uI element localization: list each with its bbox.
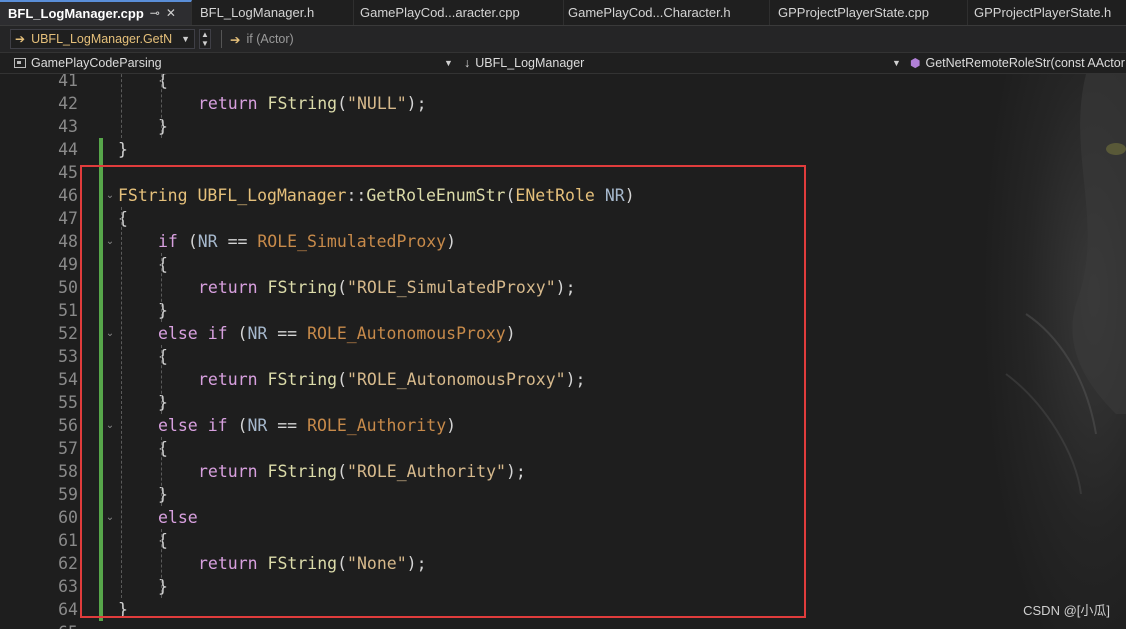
arrow-down-icon: ↓ xyxy=(464,56,471,70)
line-number: 65 xyxy=(0,621,78,629)
tab-label: GPProjectPlayerState.h xyxy=(974,5,1112,20)
line-number: 43 xyxy=(58,117,78,136)
line-number: 58 xyxy=(58,462,78,481)
line-number: 54 xyxy=(58,370,78,389)
code-line[interactable]: 44} xyxy=(0,138,1126,161)
code-line[interactable]: 43} xyxy=(0,115,1126,138)
line-number: 42 xyxy=(58,94,78,113)
project-icon xyxy=(14,58,26,68)
code-text: return FString("NULL"); xyxy=(198,94,427,113)
divider xyxy=(221,30,222,48)
line-number: 46 xyxy=(58,186,78,205)
condition-dropdown[interactable]: ➔ if (Actor) xyxy=(230,32,294,47)
line-number: 50 xyxy=(58,278,78,297)
scope-bar: ➔ UBFL_LogManager.GetN ▼ ▲ ▼ ➔ if (Actor) xyxy=(0,26,1126,52)
line-number: 49 xyxy=(58,255,78,274)
code-editor[interactable]: 41{42 return FString("NULL"); 43} 44} 45 46 ⌄ F… xyxy=(0,74,1126,629)
line-number: 61 xyxy=(58,531,78,550)
scope-value: UBFL_LogManager.GetN xyxy=(31,32,173,46)
tab-bar: BFL_LogManager.cpp ⊸ ✕ BFL_LogManager.h … xyxy=(0,0,1126,26)
pin-icon[interactable]: ⊸ xyxy=(150,3,160,24)
line-number: 56 xyxy=(58,416,78,435)
chevron-down-icon: ▼ xyxy=(181,34,190,44)
indent-guide xyxy=(121,74,122,138)
line-number: 52 xyxy=(58,324,78,343)
chevron-down-icon: ▼ xyxy=(444,58,453,68)
scope-dropdown[interactable]: ➔ UBFL_LogManager.GetN ▼ xyxy=(10,29,195,49)
line-number: 59 xyxy=(58,485,78,504)
member-value: GetNetRemoteRoleStr(const AActor xyxy=(925,56,1125,70)
line-number: 41 xyxy=(58,74,78,90)
line-number: 57 xyxy=(58,439,78,458)
condition-value: if (Actor) xyxy=(246,32,294,46)
tab-gpprojectplayerstate-h[interactable]: GPProjectPlayerState.h xyxy=(968,0,1126,25)
code-text: { xyxy=(158,74,168,90)
watermark: CSDN @[小瓜] xyxy=(1023,603,1110,618)
code-text: } xyxy=(158,117,168,136)
line-number: 63 xyxy=(58,577,78,596)
member-dropdown[interactable]: ⬢ GetNetRemoteRoleStr(const AActor xyxy=(910,53,1126,73)
line-number: 53 xyxy=(58,347,78,366)
tab-label: GPProjectPlayerState.cpp xyxy=(778,5,930,20)
indent-guide xyxy=(161,74,162,138)
line-number: 64 xyxy=(58,600,78,619)
tab-label: BFL_LogManager.cpp xyxy=(8,6,144,21)
line-number: 60 xyxy=(58,508,78,527)
line-number: 45 xyxy=(58,163,78,182)
close-icon[interactable]: ✕ xyxy=(166,3,176,24)
line-number: 44 xyxy=(58,140,78,159)
tab-gameplaycod-character-cpp[interactable]: GamePlayCod...aracter.cpp xyxy=(354,0,564,25)
arrow-right-icon: ➔ xyxy=(15,32,26,46)
tab-label: GamePlayCod...aracter.cpp xyxy=(360,5,520,20)
code-line[interactable]: 65 xyxy=(0,621,1126,629)
tab-gameplaycod-character-h[interactable]: GamePlayCod...Character.h xyxy=(564,0,770,25)
tab-label: BFL_LogManager.h xyxy=(200,5,315,20)
code-text: } xyxy=(118,140,128,159)
project-dropdown[interactable]: GamePlayCodeParsing ▼ xyxy=(14,53,454,73)
line-number: 48 xyxy=(58,232,78,251)
highlight-box xyxy=(80,165,806,618)
tab-bfl-logmanager-cpp[interactable]: BFL_LogManager.cpp ⊸ ✕ xyxy=(0,0,192,25)
spinner-control[interactable]: ▲ ▼ xyxy=(199,29,211,49)
line-number: 55 xyxy=(58,393,78,412)
tab-label: GamePlayCod...Character.h xyxy=(568,5,731,20)
navigation-bar: GamePlayCodeParsing ▼ ↓ UBFL_LogManager … xyxy=(0,52,1126,74)
class-value: UBFL_LogManager xyxy=(475,56,585,70)
chevron-down-icon: ▼ xyxy=(892,58,901,68)
tab-gpprojectplayerstate-cpp[interactable]: GPProjectPlayerState.cpp xyxy=(770,0,968,25)
class-dropdown[interactable]: ↓ UBFL_LogManager ▼ xyxy=(464,53,904,73)
line-number: 47 xyxy=(58,209,78,228)
method-cube-icon: ⬢ xyxy=(910,56,921,70)
code-line[interactable]: 41 { xyxy=(0,74,1126,92)
project-value: GamePlayCodeParsing xyxy=(31,56,162,70)
code-line[interactable]: 42 return FString("NULL"); xyxy=(0,92,1126,115)
tab-bfl-logmanager-h[interactable]: BFL_LogManager.h xyxy=(192,0,354,25)
line-number: 51 xyxy=(58,301,78,320)
arrow-right-icon: ➔ xyxy=(230,32,241,47)
line-number: 62 xyxy=(58,554,78,573)
